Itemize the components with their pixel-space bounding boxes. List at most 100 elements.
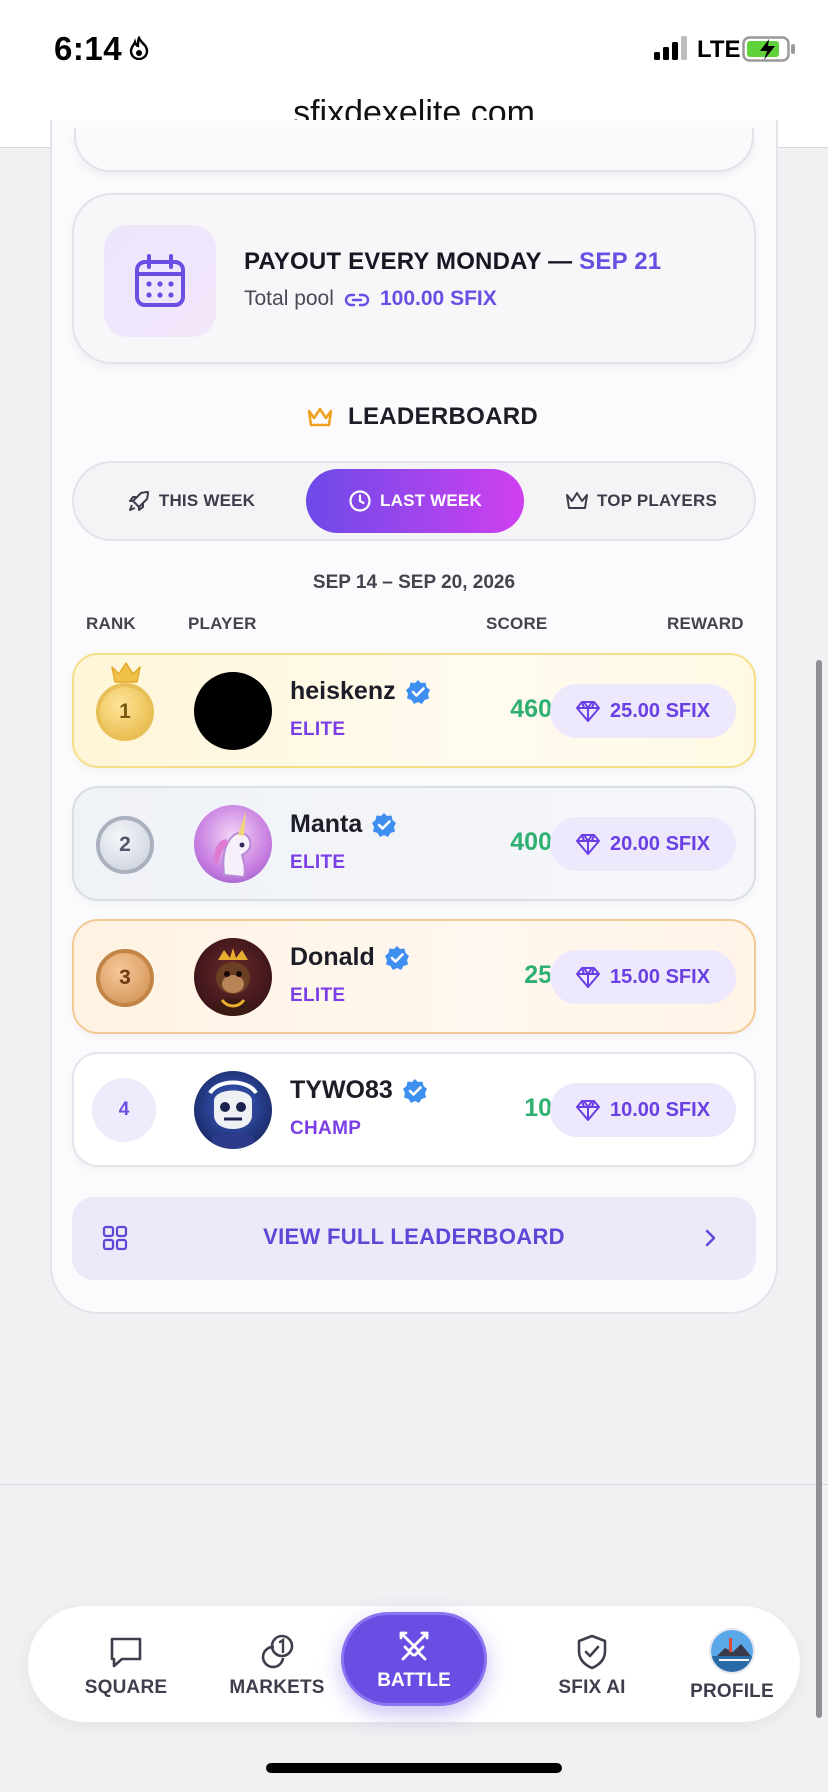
shield-check-icon bbox=[576, 1634, 608, 1670]
reward-value: 20.00 SFIX bbox=[609, 832, 711, 855]
divider bbox=[0, 1484, 828, 1485]
player-name-wrap: heiskenz bbox=[290, 677, 431, 706]
reward-badge: 10.00 SFIX bbox=[550, 1083, 736, 1137]
calendar-icon-box bbox=[104, 225, 216, 337]
nav-sfix-ai-label: SFIX AI bbox=[558, 1677, 626, 1698]
pool-value: 100.00 SFIX bbox=[380, 287, 497, 310]
tab-top-players-label: TOP PLAYERS bbox=[597, 491, 717, 510]
verified-badge-icon bbox=[402, 1078, 427, 1103]
date-range: SEP 14 – SEP 20, 2026 bbox=[312, 572, 516, 593]
crown-icon bbox=[307, 407, 333, 427]
nav-markets[interactable]: MARKETS bbox=[206, 1606, 348, 1722]
previous-card-edge bbox=[74, 128, 754, 172]
reward-badge: 25.00 SFIX bbox=[550, 684, 736, 738]
tab-last-week[interactable]: LAST WEEK bbox=[306, 469, 524, 533]
signal-icon bbox=[654, 36, 687, 60]
rank-medal: 1 bbox=[96, 683, 154, 741]
nav-square[interactable]: SQUARE bbox=[58, 1606, 194, 1722]
column-player: PLAYER bbox=[188, 614, 257, 633]
pool-label: Total pool bbox=[244, 287, 334, 310]
player-name-wrap: Donald bbox=[290, 943, 410, 972]
crossed-swords-icon bbox=[399, 1631, 429, 1661]
crown-icon bbox=[566, 492, 588, 509]
avatar bbox=[194, 1071, 272, 1149]
battery-icon bbox=[742, 36, 795, 62]
clock-icon bbox=[349, 490, 371, 512]
player-name: Manta bbox=[290, 810, 363, 838]
payout-card: PAYOUT EVERY MONDAY — SEP 21 Total pool … bbox=[72, 193, 756, 364]
skull-avatar-art bbox=[208, 1080, 258, 1149]
reward-badge: 15.00 SFIX bbox=[550, 950, 736, 1004]
nav-markets-label: MARKETS bbox=[229, 1677, 325, 1698]
network-label: LTE bbox=[697, 36, 741, 63]
view-full-leaderboard-label: VIEW FULL LEADERBOARD bbox=[263, 1224, 565, 1249]
leaderboard-heading: LEADERBOARD bbox=[306, 400, 538, 434]
nav-battle-button[interactable]: BATTLE bbox=[341, 1612, 487, 1706]
scrollbar[interactable] bbox=[816, 660, 822, 1718]
player-name: Donald bbox=[290, 943, 375, 971]
nav-profile-label: PROFILE bbox=[690, 1681, 774, 1702]
view-full-leaderboard-button[interactable]: VIEW FULL LEADERBOARD bbox=[72, 1197, 756, 1280]
table-row[interactable]: 4 TYWO83 CHAMP 10 10.00 SFIX bbox=[72, 1052, 756, 1167]
verified-badge-icon bbox=[405, 679, 430, 704]
crown-icon bbox=[111, 662, 141, 683]
player-name-wrap: TYWO83 bbox=[290, 1076, 428, 1105]
tab-this-week-label: THIS WEEK bbox=[158, 491, 256, 510]
leaderboard-title: LEADERBOARD bbox=[348, 403, 538, 430]
column-score: SCORE bbox=[486, 614, 548, 633]
player-name-wrap: Manta bbox=[290, 810, 397, 839]
tab-top-players[interactable]: TOP PLAYERS bbox=[536, 469, 746, 533]
home-indicator bbox=[266, 1763, 562, 1773]
column-reward: REWARD bbox=[667, 614, 744, 633]
diamond-icon bbox=[575, 967, 600, 988]
table-row[interactable]: 2 Manta ELITE 400 20.00 SFIX bbox=[72, 786, 756, 901]
avatar bbox=[194, 805, 272, 883]
rank-medal: 3 bbox=[96, 949, 154, 1007]
reward-value: 10.00 SFIX bbox=[609, 1098, 711, 1121]
player-tier: ELITE bbox=[290, 985, 346, 1006]
reward-badge: 20.00 SFIX bbox=[550, 817, 736, 871]
avatar bbox=[194, 938, 272, 1016]
player-name: TYWO83 bbox=[290, 1076, 393, 1104]
status-time: 6:14 bbox=[54, 30, 123, 67]
column-rank: RANK bbox=[86, 614, 136, 633]
diamond-icon bbox=[575, 1100, 600, 1121]
rank-medal: 2 bbox=[96, 816, 154, 874]
tab-this-week[interactable]: THIS WEEK bbox=[88, 469, 294, 533]
player-name: heiskenz bbox=[290, 677, 396, 705]
player-tier: CHAMP bbox=[290, 1118, 362, 1139]
nav-profile[interactable]: PROFILE bbox=[664, 1606, 800, 1722]
rank-badge: 4 bbox=[92, 1078, 156, 1142]
player-score: 460 bbox=[510, 695, 552, 723]
payout-date: SEP 21 bbox=[579, 248, 662, 275]
chevron-right-icon bbox=[705, 1229, 716, 1247]
payout-title-text: PAYOUT EVERY MONDAY — bbox=[244, 248, 580, 275]
table-row[interactable]: 1 heiskenz ELITE 460 25.00 SFIX bbox=[72, 653, 756, 768]
profile-avatar bbox=[709, 1628, 755, 1674]
nav-sfix-ai[interactable]: SFIX AI bbox=[514, 1606, 670, 1722]
leaderboard-tabs: THIS WEEK LAST WEEK TOP PLAYERS bbox=[72, 461, 756, 541]
diamond-icon bbox=[575, 834, 600, 855]
tab-last-week-label: LAST WEEK bbox=[380, 491, 482, 510]
link-icon bbox=[344, 293, 370, 307]
nav-square-label: SQUARE bbox=[84, 1677, 168, 1698]
chat-square-icon bbox=[108, 1634, 144, 1670]
verified-badge-icon bbox=[372, 812, 397, 837]
reward-value: 25.00 SFIX bbox=[609, 699, 711, 722]
unicorn-avatar-art bbox=[214, 811, 252, 879]
verified-badge-icon bbox=[384, 945, 409, 970]
player-score: 10 bbox=[524, 1094, 552, 1122]
coins-icon bbox=[258, 1634, 296, 1670]
player-score: 25 bbox=[524, 961, 552, 989]
flame-icon bbox=[129, 36, 149, 60]
player-tier: ELITE bbox=[290, 719, 346, 740]
player-score: 400 bbox=[510, 828, 552, 856]
avatar bbox=[194, 672, 272, 750]
table-row[interactable]: 3 Donald ELITE 25 15.00 SFIX bbox=[72, 919, 756, 1034]
ape-avatar-art bbox=[216, 948, 250, 1016]
nav-battle-label: BATTLE bbox=[377, 1670, 451, 1691]
player-tier: ELITE bbox=[290, 852, 346, 873]
reward-value: 15.00 SFIX bbox=[609, 965, 711, 988]
rocket-icon bbox=[128, 491, 149, 511]
payout-title: PAYOUT EVERY MONDAY — SEP 21 bbox=[244, 248, 661, 276]
